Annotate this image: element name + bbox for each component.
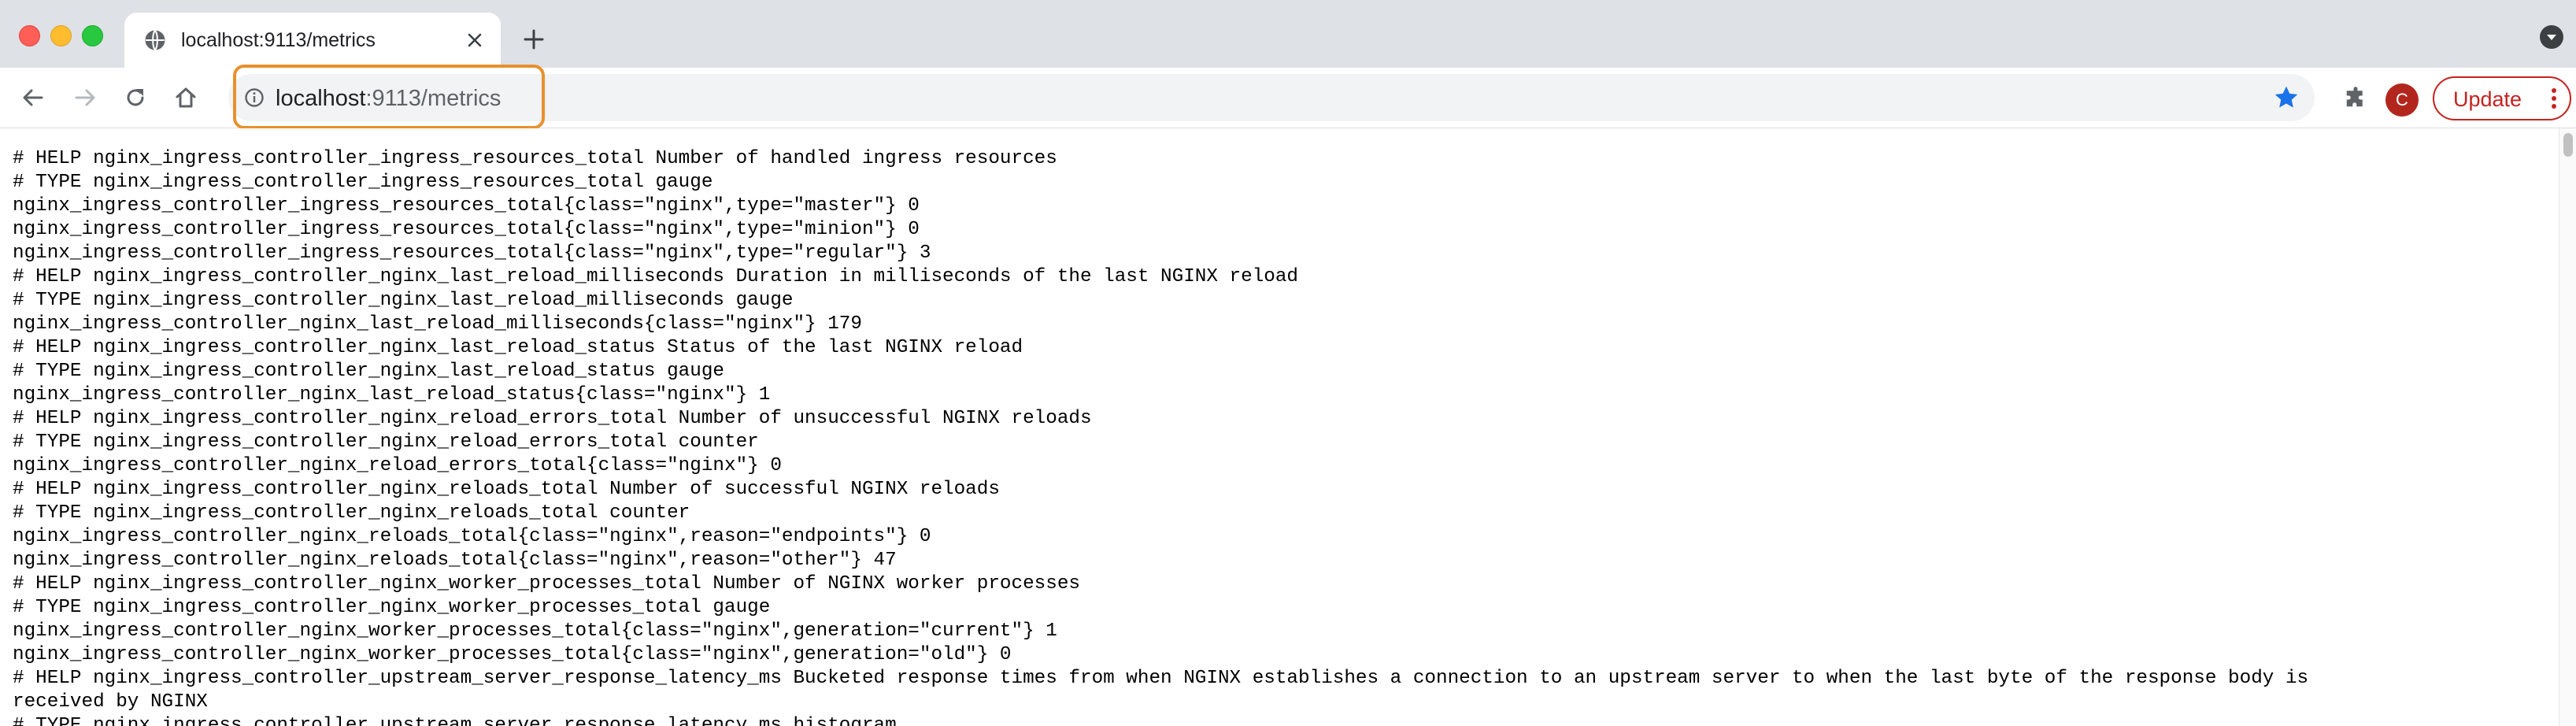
arrow-right-icon (75, 89, 95, 106)
profile-avatar[interactable]: C (2385, 83, 2419, 117)
comment-line: # TYPE nginx_ingress_controller_nginx_wo… (13, 597, 771, 618)
minimize-window-button[interactable] (50, 25, 72, 46)
plus-icon (524, 29, 544, 50)
comment-line: # HELP nginx_ingress_controller_nginx_wo… (13, 573, 1080, 595)
metric-line: nginx_ingress_controller_ingress_resourc… (13, 219, 920, 240)
chevron-down-icon (2547, 35, 2556, 40)
comment-line: # HELP nginx_ingress_controller_nginx_re… (13, 408, 1092, 429)
home-button[interactable] (170, 82, 202, 113)
maximize-window-button[interactable] (82, 25, 103, 46)
metric-line: nginx_ingress_controller_ingress_resourc… (13, 243, 931, 264)
star-icon[interactable] (2272, 83, 2300, 112)
comment-line: # TYPE nginx_ingress_controller_ingress_… (13, 172, 713, 193)
metric-line: nginx_ingress_controller_nginx_last_relo… (13, 384, 771, 406)
comment-line: # HELP nginx_ingress_controller_nginx_re… (13, 479, 1000, 500)
page-content: # HELP nginx_ingress_controller_ingress_… (0, 128, 2559, 726)
toolbar: localhost:9113/metrics C Update (0, 65, 2576, 129)
update-label: Update (2453, 87, 2522, 111)
reload-icon (127, 89, 144, 106)
vertical-scrollbar[interactable] (2559, 128, 2576, 726)
back-button[interactable] (17, 82, 49, 113)
home-icon (176, 87, 196, 108)
comment-line: # TYPE nginx_ingress_controller_nginx_la… (13, 361, 724, 382)
comment-line: # TYPE nginx_ingress_controller_upstream… (13, 715, 897, 726)
close-icon (468, 33, 482, 47)
metric-line: nginx_ingress_controller_nginx_reloads_t… (13, 550, 897, 571)
metric-line: nginx_ingress_controller_nginx_worker_pr… (13, 620, 1057, 642)
metric-line: nginx_ingress_controller_nginx_worker_pr… (13, 644, 1012, 665)
metric-line: nginx_ingress_controller_nginx_reload_er… (13, 455, 782, 476)
comment-line: # TYPE nginx_ingress_controller_nginx_re… (13, 432, 759, 453)
kebab-menu-icon (2552, 88, 2556, 109)
tab-title: localhost:9113/metrics (181, 29, 376, 51)
metric-line: nginx_ingress_controller_nginx_last_relo… (13, 313, 862, 335)
browser-window: localhost:9113/metrics localhost:9113/me… (0, 0, 2576, 726)
comment-line: # TYPE nginx_ingress_controller_nginx_re… (13, 502, 690, 524)
comment-line: # HELP nginx_ingress_controller_ingress_… (13, 148, 1057, 169)
tab-search-button[interactable] (2540, 25, 2563, 49)
metric-line: received by NGINX (13, 691, 208, 713)
metric-line: nginx_ingress_controller_nginx_reloads_t… (13, 526, 931, 547)
metric-line: nginx_ingress_controller_ingress_resourc… (13, 195, 920, 217)
comment-line: # TYPE nginx_ingress_controller_nginx_la… (13, 290, 794, 311)
reload-button[interactable] (120, 82, 151, 113)
close-window-button[interactable] (19, 25, 40, 46)
tab-strip: localhost:9113/metrics (0, 0, 2576, 68)
comment-line: # HELP nginx_ingress_controller_nginx_la… (13, 337, 1023, 358)
arrow-left-icon (23, 89, 43, 106)
metrics-text: # HELP nginx_ingress_controller_ingress_… (13, 147, 2532, 726)
globe-icon (145, 30, 165, 50)
extensions-button[interactable] (2340, 82, 2371, 113)
update-button[interactable]: Update (2433, 76, 2571, 120)
address-bar-highlight (233, 65, 545, 129)
scrollbar-thumb[interactable] (2563, 133, 2573, 157)
new-tab-button[interactable] (518, 24, 550, 55)
active-tab[interactable]: localhost:9113/metrics (124, 13, 501, 68)
tab-close-button[interactable] (461, 27, 488, 54)
forward-button[interactable] (69, 82, 101, 113)
puzzle-icon (2346, 87, 2363, 107)
comment-line: # HELP nginx_ingress_controller_nginx_la… (13, 266, 1299, 287)
comment-line: # HELP nginx_ingress_controller_upstream… (13, 668, 2309, 689)
